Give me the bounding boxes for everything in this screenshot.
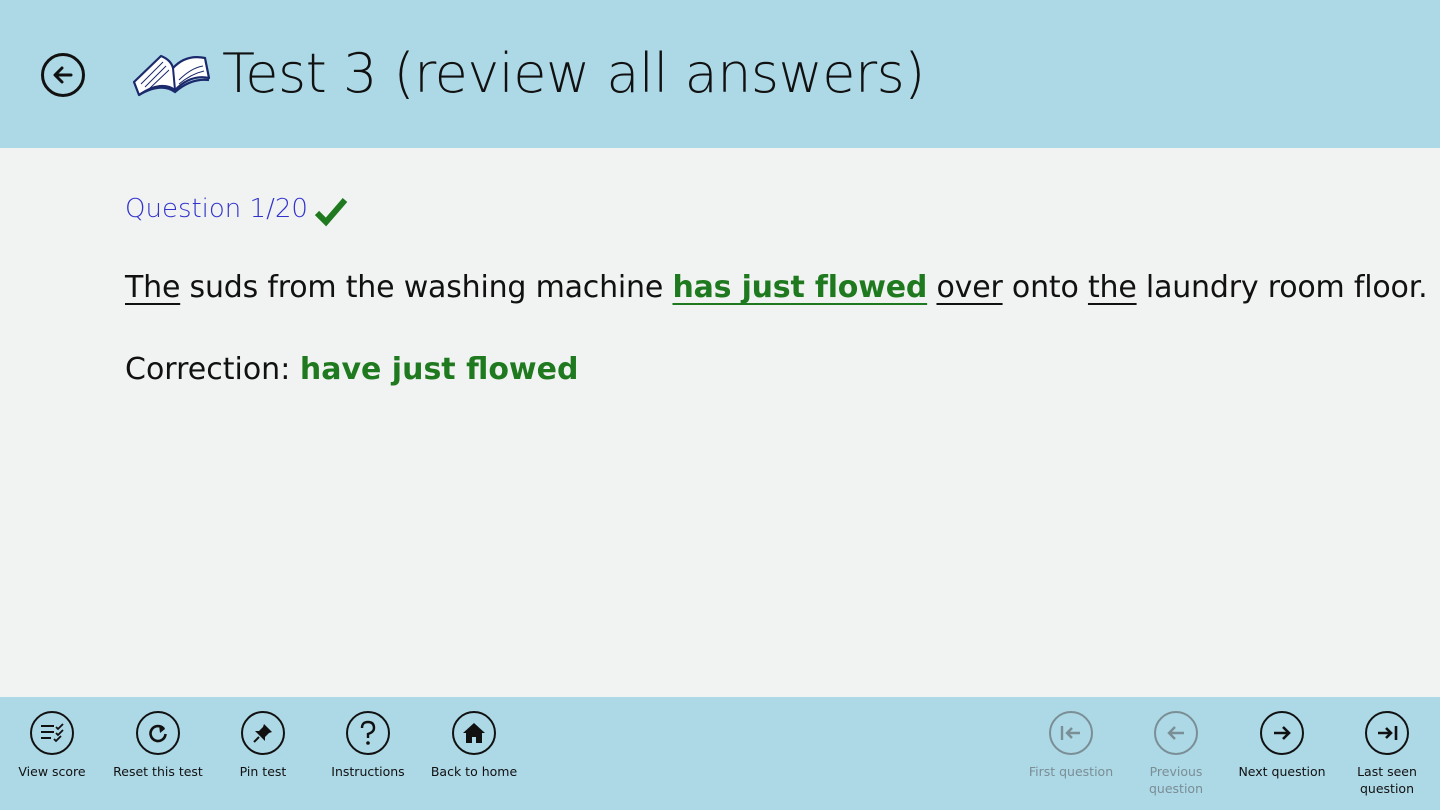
first-question-label: First question <box>1028 764 1114 779</box>
sentence-text: suds from the washing machine <box>180 270 673 305</box>
page-title: Test 3 (review all answers) <box>222 42 925 105</box>
app-bar: View score Reset this test Pin test Inst… <box>0 697 1440 810</box>
previous-arrow-icon <box>1167 726 1184 740</box>
back-to-home-button[interactable]: Back to home <box>419 711 529 801</box>
back-arrow-icon <box>53 66 73 84</box>
reset-test-button[interactable]: Reset this test <box>103 711 213 801</box>
next-question-label: Next question <box>1238 764 1326 779</box>
sentence-option-over[interactable]: over <box>936 270 1002 305</box>
open-book-icon <box>132 54 211 97</box>
last-arrow-icon <box>1378 726 1398 740</box>
header-bar: Test 3 (review all answers) <box>0 0 1440 148</box>
pin-test-label: Pin test <box>239 764 287 779</box>
sentence-text: onto <box>1002 270 1088 305</box>
reset-test-label: Reset this test <box>113 764 203 779</box>
last-seen-question-button[interactable]: Last seen question <box>1332 711 1440 801</box>
refresh-icon <box>149 724 167 743</box>
correction-line: Correction: have just flowed <box>125 348 578 392</box>
view-score-label: View score <box>18 764 86 779</box>
question-number: Question 1/20 <box>125 194 308 224</box>
correction-answer: have just flowed <box>299 352 579 387</box>
correction-label: Correction: <box>125 352 291 387</box>
sentence-text: laundry room floor. <box>1136 270 1428 305</box>
question-panel: Question 1/20 The suds from the washing … <box>0 148 1440 697</box>
checkmark-icon <box>314 198 348 227</box>
sentence-option-the[interactable]: The <box>125 270 180 305</box>
pin-icon <box>253 724 272 743</box>
question-sentence: The suds from the washing machine has ju… <box>125 266 1428 310</box>
next-arrow-icon <box>1274 726 1291 740</box>
first-arrow-icon <box>1060 726 1080 740</box>
last-seen-question-label: Last seen question <box>1357 764 1417 796</box>
sentence-option-selected[interactable]: has just flowed <box>672 270 927 305</box>
back-to-home-label: Back to home <box>430 764 518 779</box>
previous-question-button[interactable]: Previous question <box>1121 711 1231 801</box>
score-list-icon <box>41 723 64 743</box>
instructions-label: Instructions <box>331 764 405 779</box>
question-mark-icon <box>360 720 376 745</box>
first-question-button[interactable]: First question <box>1016 711 1126 801</box>
view-score-button[interactable]: View score <box>0 711 107 801</box>
next-question-button[interactable]: Next question <box>1227 711 1337 801</box>
sentence-option-the-2[interactable]: the <box>1088 270 1137 305</box>
pin-test-button[interactable]: Pin test <box>208 711 318 801</box>
previous-question-label: Previous question <box>1148 764 1203 796</box>
home-icon <box>463 723 485 743</box>
instructions-button[interactable]: Instructions <box>313 711 423 801</box>
back-button[interactable] <box>41 53 85 97</box>
